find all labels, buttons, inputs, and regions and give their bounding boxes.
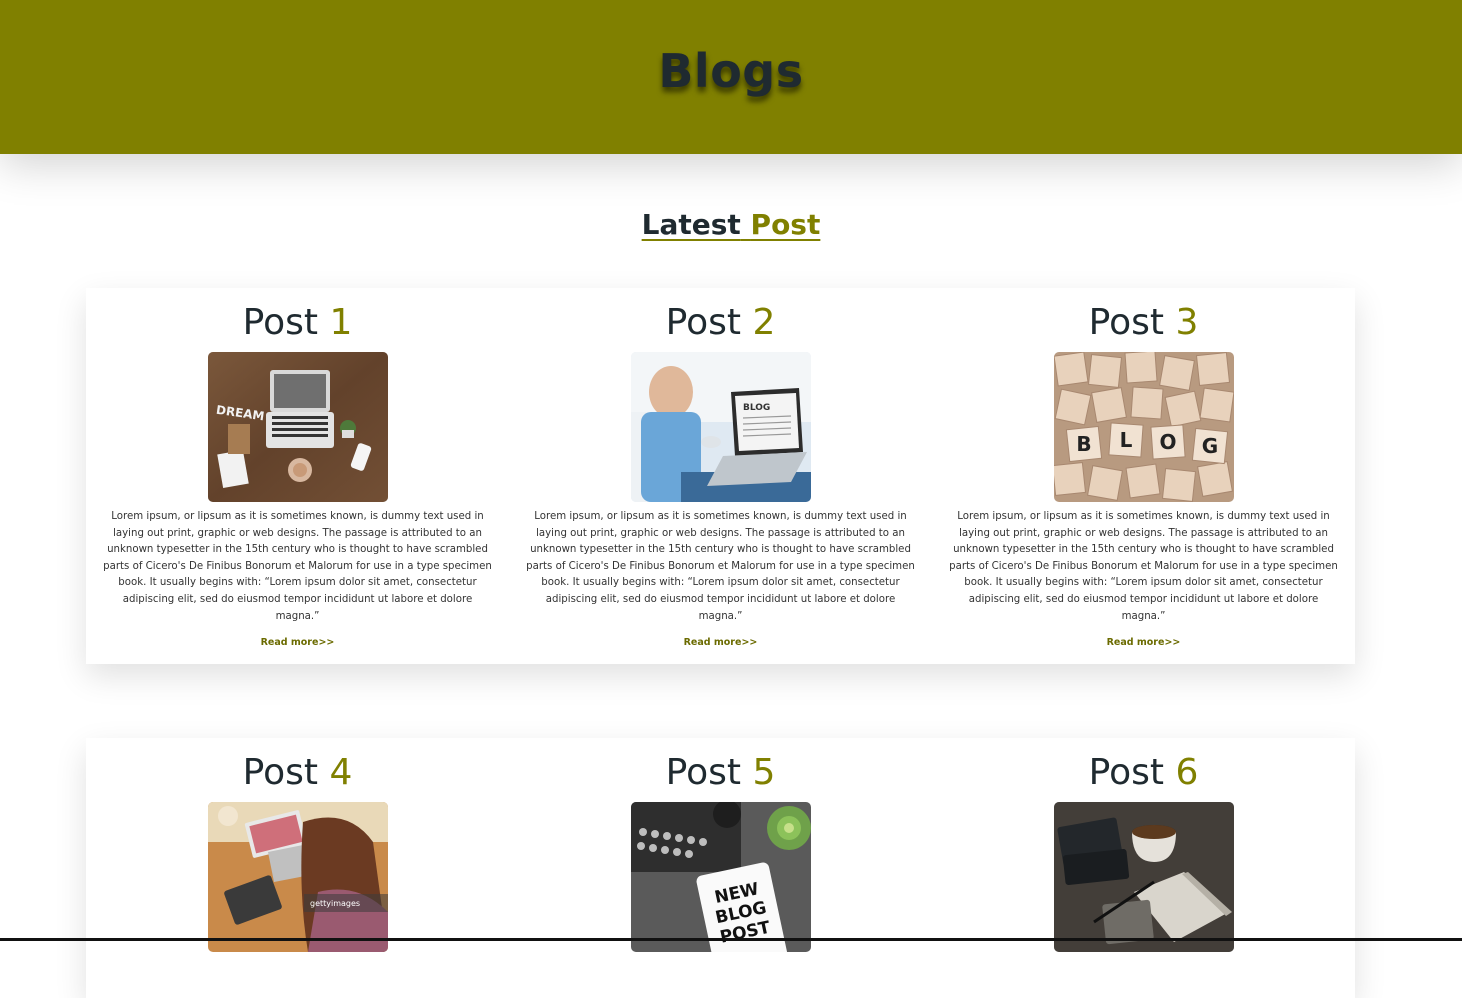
post-title: Post 4 [100,738,495,794]
watermark-text: gettyimages [310,899,360,908]
tile-letter: O [1159,430,1176,454]
post-card-3: Post 3 B L O G Lorem ipsum, or lipsum as… [932,288,1355,664]
post-card-4: Post 4 gettyimages [86,738,509,998]
posts-row-2: Post 4 gettyimages Post 5 NEW BLOG POST … [86,738,1355,998]
post-title-label: Post [1088,752,1164,793]
post-title-number: 1 [329,302,353,343]
post-card-2: Post 2 BLOG Lorem ipsum, or lipsum as it… [509,288,932,664]
post-excerpt: Lorem ipsum, or lipsum as it is sometime… [949,511,1338,622]
post-title-number: 2 [752,302,776,343]
section-title-part2: Post [750,208,821,241]
post-image-new-blog-post[interactable]: NEW BLOG POST [630,802,811,952]
read-more-link[interactable]: Read more>> [1107,637,1181,648]
post-title-number: 4 [329,752,353,793]
tile-letter: G [1201,434,1217,458]
post-title-number: 6 [1175,752,1199,793]
post-title-label: Post [665,752,741,793]
blog-screen-text: BLOG [743,403,770,413]
tile-letter: L [1119,428,1132,452]
read-more-link[interactable]: Read more>> [684,637,758,648]
post-title: Post 1 [100,288,495,344]
post-image-woman-laptop[interactable]: gettyimages [207,802,388,952]
post-excerpt: Lorem ipsum, or lipsum as it is sometime… [103,511,492,622]
post-title-label: Post [665,302,741,343]
post-image-man-typing[interactable]: BLOG [630,352,811,502]
post-title: Post 2 [523,288,918,344]
section-title: Latest Post [0,207,1462,243]
tile-letter: B [1076,432,1091,456]
post-image-scrabble-tiles[interactable]: B L O G [1053,352,1234,502]
read-more-link[interactable]: Read more>> [261,637,335,648]
post-excerpt: Lorem ipsum, or lipsum as it is sometime… [526,511,915,622]
post-title-label: Post [1088,302,1164,343]
post-card-1: Post 1 DREAM Lorem ipsum, or lipsum as i… [86,288,509,664]
post-title: Post 5 [523,738,918,794]
post-card-6: Post 6 [932,738,1355,998]
post-title: Post 3 [946,288,1341,344]
site-header: Blogs [0,0,1462,154]
post-image-coffee-notebook[interactable] [1053,802,1234,952]
post-title-number: 3 [1175,302,1199,343]
post-title: Post 6 [946,738,1341,794]
site-title: Blogs [658,44,804,98]
section-title-part1: Latest [641,208,741,241]
post-image-desk-laptop[interactable]: DREAM [207,352,388,502]
post-title-label: Post [242,752,318,793]
post-card-5: Post 5 NEW BLOG POST [509,738,932,998]
post-title-number: 5 [752,752,776,793]
posts-row-1: Post 1 DREAM Lorem ipsum, or lipsum as i… [86,288,1355,664]
post-title-label: Post [242,302,318,343]
